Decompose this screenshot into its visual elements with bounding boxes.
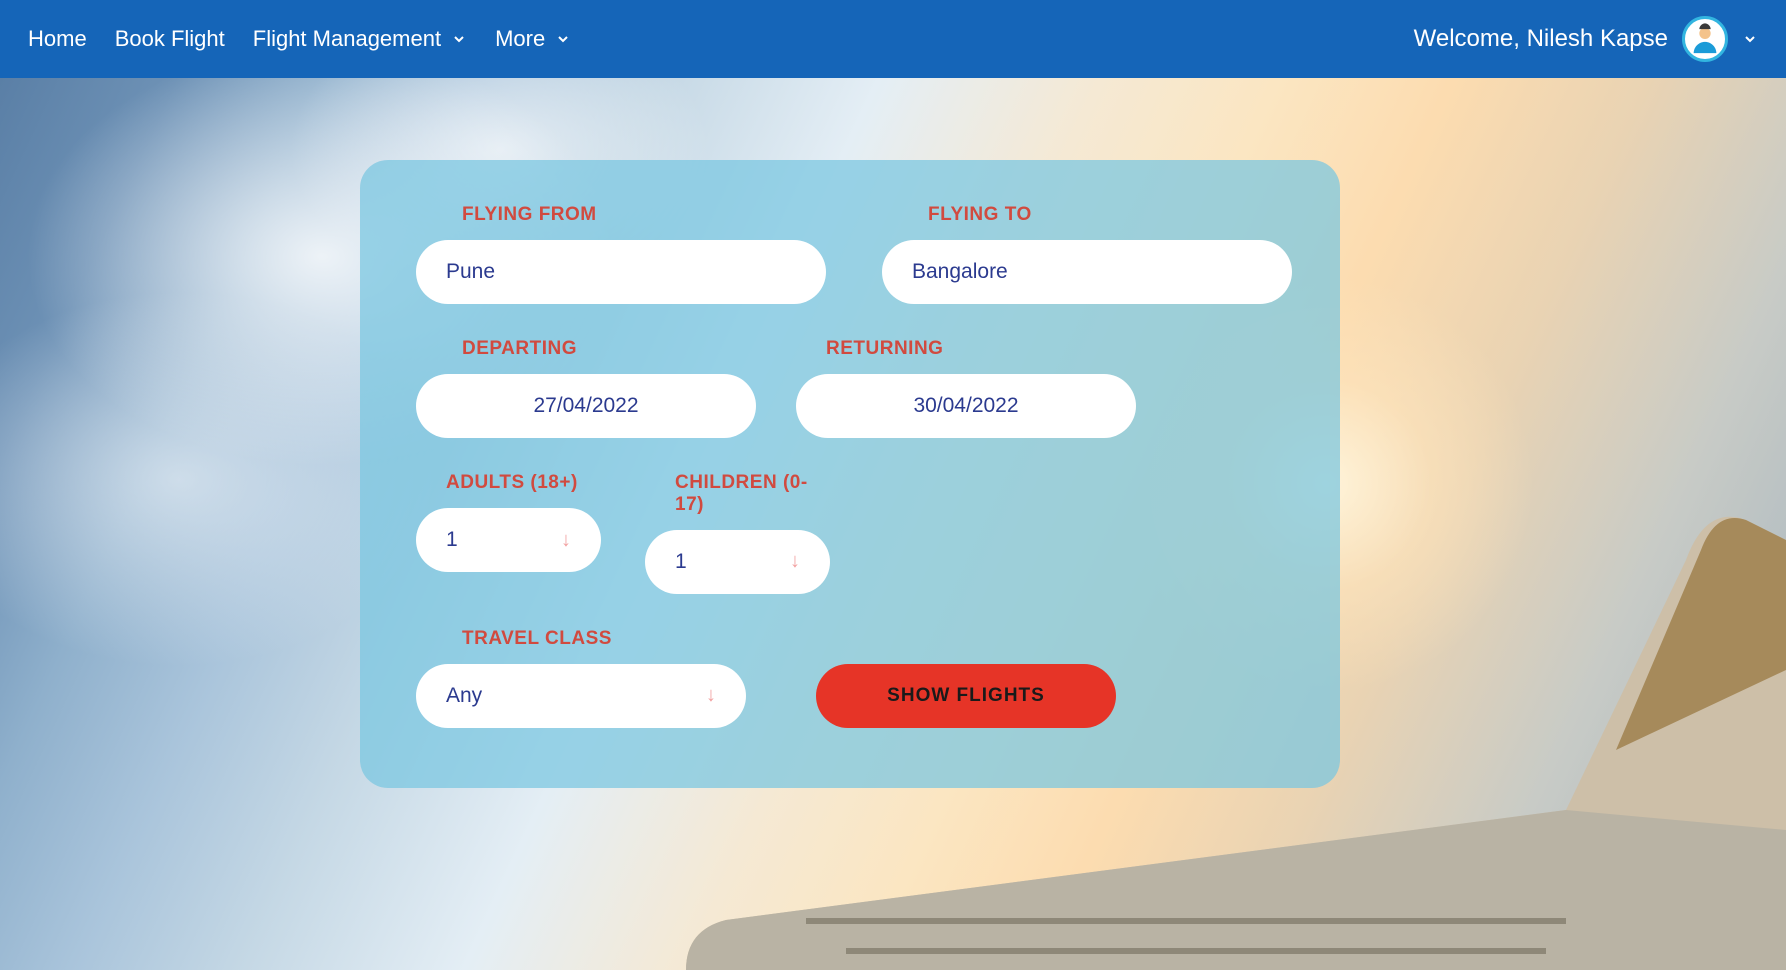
children-field: CHILDREN (0-17) 1 ↓: [645, 472, 835, 594]
top-navbar: Home Book Flight Flight Management More …: [0, 0, 1786, 78]
chevron-down-icon: [1742, 31, 1758, 47]
chevron-down-icon: [555, 31, 571, 47]
flying-to-input[interactable]: Bangalore: [882, 240, 1292, 304]
nav-flight-management-label: Flight Management: [253, 26, 441, 52]
nav-more[interactable]: More: [495, 26, 571, 52]
returning-value: 30/04/2022: [913, 394, 1018, 418]
adults-label: ADULTS (18+): [446, 472, 601, 494]
children-label: CHILDREN (0-17): [675, 472, 835, 516]
arrow-down-icon: ↓: [706, 684, 716, 707]
travel-class-label: TRAVEL CLASS: [462, 628, 746, 650]
returning-input[interactable]: 30/04/2022: [796, 374, 1136, 438]
flying-from-field: FLYING FROM Pune: [416, 204, 826, 304]
travel-class-field: TRAVEL CLASS Any ↓: [416, 628, 746, 728]
nav-book-flight-label: Book Flight: [115, 26, 225, 52]
nav-user-group[interactable]: Welcome, Nilesh Kapse: [1414, 16, 1758, 62]
nav-home-label: Home: [28, 26, 87, 52]
show-flights-button[interactable]: SHOW FLIGHTS: [816, 664, 1116, 728]
avatar: [1682, 16, 1728, 62]
nav-home[interactable]: Home: [28, 26, 87, 52]
flight-search-panel: FLYING FROM Pune FLYING TO Bangalore DEP…: [360, 160, 1340, 788]
arrow-down-icon: ↓: [561, 529, 571, 552]
chevron-down-icon: [451, 31, 467, 47]
person-icon: [1688, 22, 1722, 56]
adults-field: ADULTS (18+) 1 ↓: [416, 472, 601, 594]
returning-label: RETURNING: [826, 338, 1136, 360]
departing-label: DEPARTING: [462, 338, 756, 360]
nav-more-label: More: [495, 26, 545, 52]
travel-class-value: Any: [446, 684, 482, 708]
flying-from-label: FLYING FROM: [462, 204, 826, 226]
flying-to-value: Bangalore: [912, 260, 1008, 284]
children-value: 1: [675, 550, 687, 574]
adults-value: 1: [446, 528, 458, 552]
show-flights-label: SHOW FLIGHTS: [887, 685, 1045, 706]
flying-from-value: Pune: [446, 260, 495, 284]
departing-field: DEPARTING 27/04/2022: [416, 338, 756, 438]
flying-to-label: FLYING TO: [928, 204, 1292, 226]
departing-value: 27/04/2022: [533, 394, 638, 418]
nav-book-flight[interactable]: Book Flight: [115, 26, 225, 52]
flying-to-field: FLYING TO Bangalore: [882, 204, 1292, 304]
departing-input[interactable]: 27/04/2022: [416, 374, 756, 438]
nav-flight-management[interactable]: Flight Management: [253, 26, 467, 52]
travel-class-select[interactable]: Any ↓: [416, 664, 746, 728]
adults-select[interactable]: 1 ↓: [416, 508, 601, 572]
welcome-text: Welcome, Nilesh Kapse: [1414, 25, 1668, 53]
returning-field: RETURNING 30/04/2022: [796, 338, 1136, 438]
hero-background: FLYING FROM Pune FLYING TO Bangalore DEP…: [0, 78, 1786, 970]
children-select[interactable]: 1 ↓: [645, 530, 830, 594]
flying-from-input[interactable]: Pune: [416, 240, 826, 304]
nav-left-group: Home Book Flight Flight Management More: [28, 26, 571, 52]
arrow-down-icon: ↓: [790, 550, 800, 573]
